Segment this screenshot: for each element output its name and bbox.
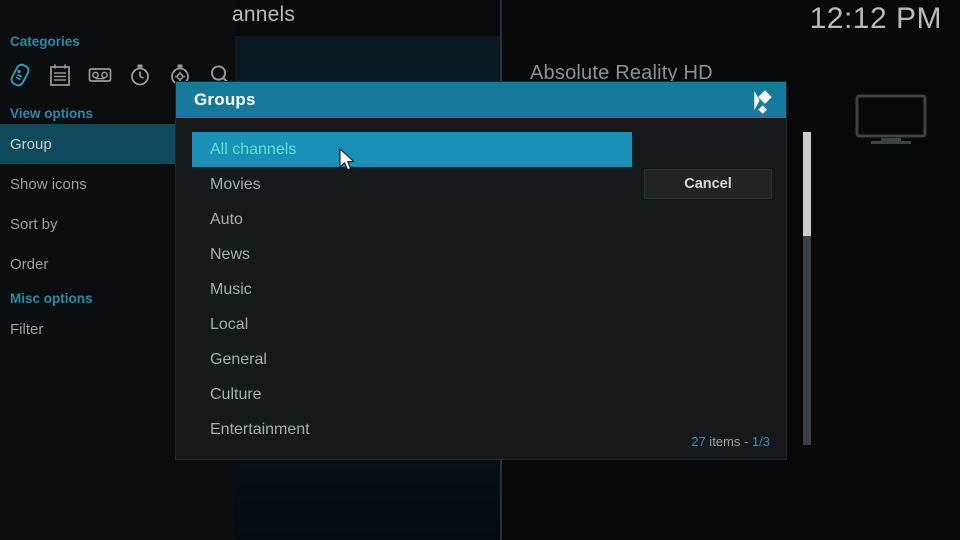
clock: 12:12 PM bbox=[809, 2, 942, 35]
items-count-middle: items - bbox=[705, 434, 752, 449]
categories-header: Categories bbox=[10, 34, 80, 49]
items-count-number: 27 bbox=[691, 434, 706, 449]
kodi-logo-icon bbox=[754, 89, 772, 114]
misc-options-header: Misc options bbox=[10, 291, 93, 306]
items-count-status: 27 items - 1/3 bbox=[691, 434, 770, 449]
sidebar-item-sort-by-label: Sort by bbox=[10, 215, 58, 233]
sidebar-item-group-label: Group bbox=[10, 135, 52, 153]
list-item[interactable]: Culture bbox=[192, 377, 632, 412]
dialog-title-bar: Groups bbox=[176, 82, 786, 118]
timers-stopwatch-icon[interactable] bbox=[128, 63, 152, 87]
list-item[interactable]: General bbox=[192, 342, 632, 377]
tv-monitor-icon bbox=[855, 94, 927, 144]
cancel-button[interactable]: Cancel bbox=[644, 169, 772, 199]
list-item[interactable]: All channels bbox=[192, 132, 632, 167]
background-window-title: annels bbox=[232, 3, 296, 26]
mouse-cursor bbox=[339, 148, 355, 171]
sidebar-item-filter-label: Filter bbox=[10, 320, 44, 338]
sidebar-item-order-label: Order bbox=[10, 255, 49, 273]
items-page-indicator: 1/3 bbox=[751, 434, 770, 449]
dialog-body: All channels Movies Auto News Music Local Gene… bbox=[176, 118, 811, 459]
list-item[interactable]: News bbox=[192, 237, 632, 272]
view-options-header: View options bbox=[10, 106, 94, 121]
sidebar-item-show-icons-label: Show icons bbox=[10, 175, 87, 193]
list-item[interactable]: Entertainment bbox=[192, 412, 632, 445]
guide-list-icon[interactable] bbox=[48, 63, 72, 87]
remote-control-icon[interactable] bbox=[8, 63, 32, 87]
groups-dialog: Groups All channels Movies Auto News Music Lo… bbox=[176, 82, 811, 459]
groups-list[interactable]: All channels Movies Auto News Music Local Gene… bbox=[192, 132, 632, 445]
list-scrollbar-thumb[interactable] bbox=[803, 132, 811, 236]
recordings-tape-icon[interactable] bbox=[88, 63, 112, 87]
dialog-title: Groups bbox=[194, 90, 256, 109]
list-item[interactable]: Music bbox=[192, 272, 632, 307]
list-item[interactable]: Auto bbox=[192, 202, 632, 237]
list-item[interactable]: Local bbox=[192, 307, 632, 342]
list-scrollbar[interactable] bbox=[803, 132, 811, 445]
list-item[interactable]: Movies bbox=[192, 167, 632, 202]
